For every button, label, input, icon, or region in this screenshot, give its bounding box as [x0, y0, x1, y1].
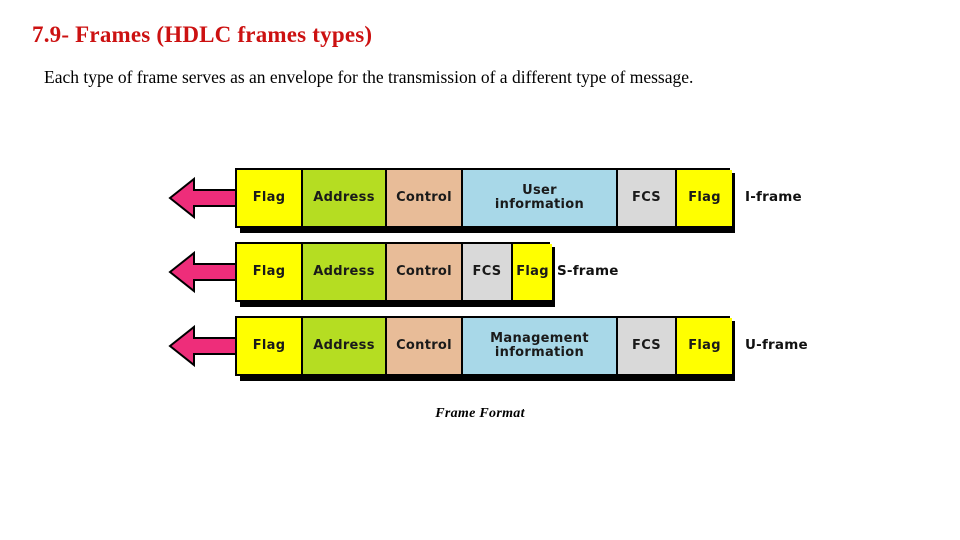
frame-field-address: Address	[303, 170, 387, 226]
frame-type-label: S-frame	[557, 263, 619, 279]
frame-field-flag: Flag	[677, 318, 732, 374]
frame-bar: Flag Address Control Management information…	[235, 316, 732, 376]
frame-field-address: Address	[303, 244, 387, 300]
body-paragraph: Each type of frame serves as an envelope…	[44, 67, 694, 87]
frame-field-fcs: FCS	[463, 244, 513, 300]
diagram-caption: Frame Format	[435, 406, 525, 421]
frame-field-flag: Flag	[677, 170, 732, 226]
frame-field-user: User information	[463, 170, 618, 226]
left-arrow-icon	[168, 323, 242, 369]
frame-field-flag: Flag	[237, 244, 303, 300]
left-arrow-icon	[168, 175, 242, 221]
frame-field-control: Control	[387, 244, 463, 300]
frame-type-label: U-frame	[745, 337, 808, 353]
frame-row: Flag Address Control User information FCS Fla…	[0, 168, 960, 228]
frame-field-fcs: FCS	[618, 170, 677, 226]
frame-field-flag: Flag	[513, 244, 552, 300]
frame-type-label: I-frame	[745, 189, 802, 205]
frame-field-fcs: FCS	[618, 318, 677, 374]
frame-row: Flag Address Control FCS Flag S-frame	[0, 242, 960, 302]
frame-bar: Flag Address Control User information FCS Fla…	[235, 168, 732, 228]
left-arrow-icon	[168, 249, 242, 295]
frame-row: Flag Address Control Management information…	[0, 316, 960, 376]
frame-field-management: Management information	[463, 318, 618, 374]
frame-format-diagram: Flag Address Control User information FCS Fla…	[0, 155, 960, 395]
frame-field-control: Control	[387, 318, 463, 374]
page-title: 7.9- Frames (HDLC frames types)	[32, 22, 373, 47]
frame-field-flag: Flag	[237, 170, 303, 226]
frame-field-address: Address	[303, 318, 387, 374]
frame-field-control: Control	[387, 170, 463, 226]
slide: 7.9- Frames (HDLC frames types) Each typ…	[0, 0, 960, 540]
frame-bar: Flag Address Control FCS Flag	[235, 242, 552, 302]
frame-field-flag: Flag	[237, 318, 303, 374]
